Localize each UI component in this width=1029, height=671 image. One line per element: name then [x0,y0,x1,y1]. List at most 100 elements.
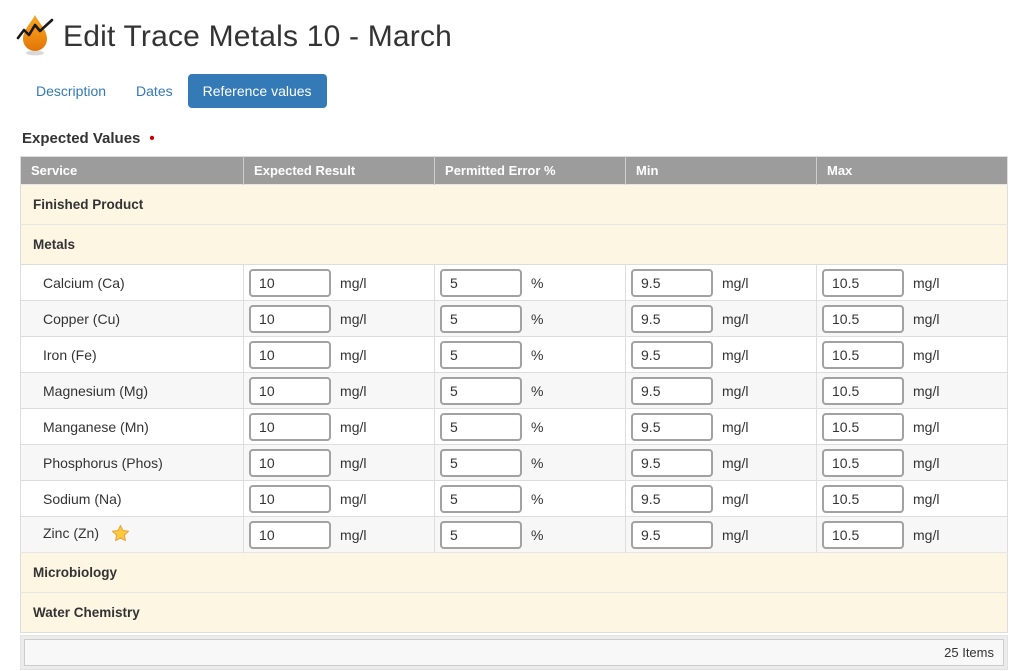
min-input[interactable] [631,377,713,405]
permitted-error-unit: % [531,527,543,543]
table-row: Calcium (Ca) mg/l % mg/l mg/l [21,265,1008,301]
expected-result-input[interactable] [249,269,331,297]
min-unit: mg/l [722,455,748,471]
permitted-error-unit: % [531,347,543,363]
tab-reference-values[interactable]: Reference values [188,74,327,108]
max-input[interactable] [822,269,904,297]
min-cell: mg/l [626,481,817,517]
expected-result-input[interactable] [249,377,331,405]
service-name: Magnesium (Mg) [43,383,148,399]
permitted-error-unit: % [531,455,543,471]
expected-result-cell: mg/l [244,445,435,481]
expected-result-cell: mg/l [244,517,435,553]
min-input[interactable] [631,449,713,477]
permitted-error-input[interactable] [440,521,522,549]
permitted-error-input[interactable] [440,413,522,441]
min-unit: mg/l [722,347,748,363]
expected-result-unit: mg/l [340,419,366,435]
expected-result-unit: mg/l [340,311,366,327]
service-cell: Zinc (Zn) [21,517,244,553]
min-cell: mg/l [626,373,817,409]
min-cell: mg/l [626,265,817,301]
min-cell: mg/l [626,517,817,553]
min-unit: mg/l [722,311,748,327]
service-name: Sodium (Na) [43,491,122,507]
max-unit: mg/l [913,419,939,435]
max-input[interactable] [822,305,904,333]
max-unit: mg/l [913,275,939,291]
permitted-error-input[interactable] [440,485,522,513]
table-footer: 25 Items [20,635,1008,670]
expected-result-cell: mg/l [244,265,435,301]
max-unit: mg/l [913,527,939,543]
max-input[interactable] [822,449,904,477]
expected-result-unit: mg/l [340,527,366,543]
permitted-error-cell: % [435,265,626,301]
max-input[interactable] [822,377,904,405]
tab-description[interactable]: Description [21,74,121,108]
column-header-min: Min [626,157,817,185]
column-header-service: Service [21,157,244,185]
page-title: Edit Trace Metals 10 - March [63,20,452,54]
min-input[interactable] [631,485,713,513]
reference-values-table: Service Expected Result Permitted Error … [20,156,1008,633]
group-label: Microbiology [21,553,1008,593]
service-name: Phosphorus (Phos) [43,455,163,471]
permitted-error-input[interactable] [440,377,522,405]
permitted-error-cell: % [435,445,626,481]
min-input[interactable] [631,521,713,549]
max-input[interactable] [822,413,904,441]
required-marker: • [149,130,154,147]
table-row: Phosphorus (Phos) mg/l % mg/l mg/l [21,445,1008,481]
section-label: Expected Values [22,130,140,147]
min-cell: mg/l [626,301,817,337]
expected-result-cell: mg/l [244,409,435,445]
page-header: Edit Trace Metals 10 - March [16,12,1029,61]
max-input[interactable] [822,341,904,369]
table-group-row: Finished Product [21,185,1008,225]
permitted-error-cell: % [435,337,626,373]
permitted-error-unit: % [531,311,543,327]
min-input[interactable] [631,341,713,369]
tab-dates[interactable]: Dates [121,74,188,108]
expected-result-input[interactable] [249,485,331,513]
min-input[interactable] [631,305,713,333]
expected-result-input[interactable] [249,341,331,369]
table-group-row: Water Chemistry [21,593,1008,633]
permitted-error-input[interactable] [440,449,522,477]
permitted-error-input[interactable] [440,269,522,297]
service-cell: Calcium (Ca) [21,265,244,301]
min-unit: mg/l [722,527,748,543]
expected-result-input[interactable] [249,521,331,549]
expected-result-unit: mg/l [340,275,366,291]
expected-result-input[interactable] [249,449,331,477]
service-cell: Copper (Cu) [21,301,244,337]
service-name: Calcium (Ca) [43,275,125,291]
service-name: Zinc (Zn) [43,525,99,541]
min-cell: mg/l [626,337,817,373]
permitted-error-input[interactable] [440,341,522,369]
permitted-error-cell: % [435,409,626,445]
min-input[interactable] [631,269,713,297]
max-unit: mg/l [913,347,939,363]
group-label: Finished Product [21,185,1008,225]
max-input[interactable] [822,521,904,549]
permitted-error-unit: % [531,383,543,399]
min-cell: mg/l [626,445,817,481]
expected-result-input[interactable] [249,413,331,441]
permitted-error-cell: % [435,481,626,517]
expected-result-cell: mg/l [244,337,435,373]
max-cell: mg/l [817,481,1008,517]
expected-result-cell: mg/l [244,481,435,517]
service-cell: Iron (Fe) [21,337,244,373]
service-cell: Sodium (Na) [21,481,244,517]
expected-result-input[interactable] [249,305,331,333]
max-cell: mg/l [817,337,1008,373]
table-group-row: Microbiology [21,553,1008,593]
column-header-max: Max [817,157,1008,185]
expected-result-unit: mg/l [340,347,366,363]
max-input[interactable] [822,485,904,513]
min-input[interactable] [631,413,713,441]
permitted-error-unit: % [531,491,543,507]
permitted-error-input[interactable] [440,305,522,333]
